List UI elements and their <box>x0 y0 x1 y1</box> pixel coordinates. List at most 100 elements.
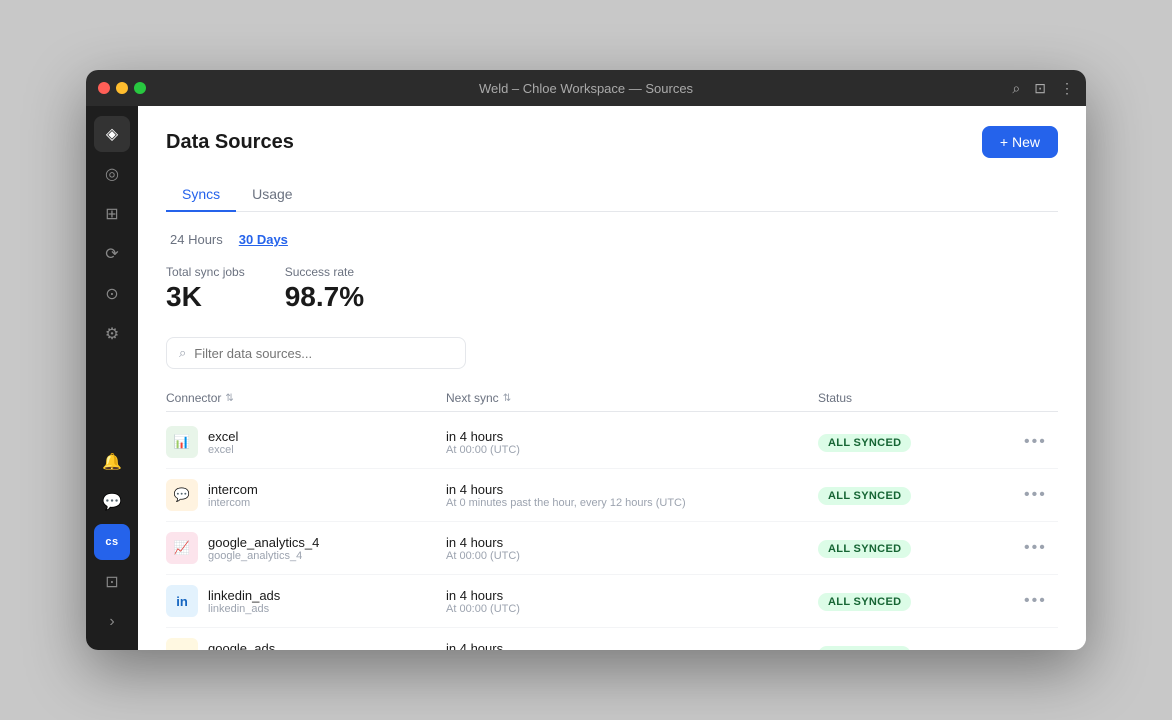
sort-nextsync-icon[interactable]: ⇅ <box>503 393 511 404</box>
connector-icon: 📈 <box>166 532 198 564</box>
bell-icon: 🔔 <box>102 452 122 472</box>
table-row[interactable]: ▲ google_ads google_ads in 4 hours At 00… <box>166 628 1058 650</box>
period-filter: 24 Hours 30 Days <box>166 230 1058 249</box>
sidebar-item-data[interactable]: cs <box>94 524 130 560</box>
sync-time: in 4 hours <box>446 588 818 603</box>
tabs-container: Syncs Usage <box>166 178 1058 212</box>
stat-total-value: 3K <box>166 281 245 313</box>
more-button[interactable]: ••• <box>1018 643 1053 650</box>
sync-detail: At 00:00 (UTC) <box>446 444 818 456</box>
more-button[interactable]: ••• <box>1018 537 1053 559</box>
actions-cell: ••• <box>1018 590 1058 612</box>
sidebar-item-notifications[interactable]: 🔔 <box>94 444 130 480</box>
tab-syncs[interactable]: Syncs <box>166 178 236 212</box>
sidebar-item-export[interactable]: ⊡ <box>94 564 130 600</box>
status-cell: ALL SYNCED <box>818 539 1018 558</box>
connector-sub: linkedin_ads <box>208 603 280 615</box>
actions-cell: ••• <box>1018 431 1058 453</box>
sync-time: in 4 hours <box>446 482 818 497</box>
actions-cell: ••• <box>1018 484 1058 506</box>
sidebar-bottom: 🔔 💬 cs ⊡ › <box>94 444 130 640</box>
titlebar: Weld – Chloe Workspace — Sources ⌕ ⊡ ⋮ <box>86 70 1086 106</box>
share-icon[interactable]: ⊡ <box>1034 80 1046 97</box>
chat-icon: 💬 <box>102 492 122 512</box>
page-header: Data Sources + New <box>166 126 1058 158</box>
export-icon: ⊡ <box>105 572 118 592</box>
settings-icon: ⚙ <box>105 324 119 344</box>
connector-name: intercom <box>208 482 258 497</box>
more-button[interactable]: ••• <box>1018 484 1053 506</box>
status-badge: ALL SYNCED <box>818 487 911 505</box>
more-titlebar-icon[interactable]: ⋮ <box>1060 80 1074 97</box>
status-badge: ALL SYNCED <box>818 593 911 611</box>
next-sync-cell: in 4 hours At 0 minutes past the hour, e… <box>446 482 818 509</box>
connector-icon: ▲ <box>166 638 198 650</box>
table-row[interactable]: 💬 intercom intercom in 4 hours At 0 minu… <box>166 469 1058 522</box>
sidebar-item-chat[interactable]: 💬 <box>94 484 130 520</box>
actions-cell: ••• <box>1018 537 1058 559</box>
table-body: 📊 excel excel in 4 hours At 00:00 (UTC) … <box>166 416 1058 650</box>
dashboard-icon: ◎ <box>105 164 119 184</box>
search-titlebar-icon[interactable]: ⌕ <box>1012 80 1020 97</box>
next-sync-cell: in 4 hours At 00:00 (UTC) <box>446 429 818 456</box>
sync-detail: At 0 minutes past the hour, every 12 hou… <box>446 497 818 509</box>
status-badge: ALL SYNCED <box>818 646 911 651</box>
sync-time: in 4 hours <box>446 535 818 550</box>
sidebar-item-settings[interactable]: ⚙ <box>94 316 130 352</box>
sync-time: in 4 hours <box>446 641 818 651</box>
minimize-button[interactable] <box>116 82 128 94</box>
stat-success-label: Success rate <box>285 265 364 279</box>
chevron-right-icon: › <box>109 613 114 631</box>
more-button[interactable]: ••• <box>1018 431 1053 453</box>
window-title: Weld – Chloe Workspace — Sources <box>479 81 693 96</box>
connector-icon: in <box>166 585 198 617</box>
sidebar-item-dashboard[interactable]: ◎ <box>94 156 130 192</box>
connector-cell: 📊 excel excel <box>166 426 446 458</box>
connector-cell: 📈 google_analytics_4 google_analytics_4 <box>166 532 446 564</box>
sort-connector-icon[interactable]: ⇅ <box>225 393 233 404</box>
table-row[interactable]: 📊 excel excel in 4 hours At 00:00 (UTC) … <box>166 416 1058 469</box>
sync-detail: At 00:00 (UTC) <box>446 603 818 615</box>
connector-icon: 📊 <box>166 426 198 458</box>
new-button[interactable]: + New <box>982 126 1058 158</box>
stats-row: Total sync jobs 3K Success rate 98.7% <box>166 265 1058 313</box>
app-body: ◈ ◎ ⊞ ⟳ ⊙ ⚙ 🔔 💬 <box>86 106 1086 650</box>
period-24h[interactable]: 24 Hours <box>166 230 227 249</box>
sidebar-item-sources[interactable]: ⊞ <box>94 196 130 232</box>
connector-name: linkedin_ads <box>208 588 280 603</box>
traffic-lights <box>98 82 146 94</box>
search-bar: ⌕ <box>166 337 466 369</box>
more-button[interactable]: ••• <box>1018 590 1053 612</box>
connector-sub: excel <box>208 444 238 456</box>
status-badge: ALL SYNCED <box>818 434 911 452</box>
status-cell: ALL SYNCED <box>818 645 1018 651</box>
sidebar-item-analytics[interactable]: ⊙ <box>94 276 130 312</box>
sidebar-item-transforms[interactable]: ⟳ <box>94 236 130 272</box>
header-connector: Connector ⇅ <box>166 391 446 405</box>
table-row[interactable]: in linkedin_ads linkedin_ads in 4 hours … <box>166 575 1058 628</box>
tab-usage[interactable]: Usage <box>236 178 308 212</box>
actions-cell: ••• <box>1018 643 1058 650</box>
logo-icon: ◈ <box>106 124 118 144</box>
period-30d[interactable]: 30 Days <box>235 230 292 249</box>
analytics-icon: ⊙ <box>105 284 118 304</box>
search-input[interactable] <box>194 346 453 361</box>
connector-cell: 💬 intercom intercom <box>166 479 446 511</box>
close-button[interactable] <box>98 82 110 94</box>
header-status: Status <box>818 391 1018 405</box>
status-cell: ALL SYNCED <box>818 433 1018 452</box>
table-row[interactable]: 📈 google_analytics_4 google_analytics_4 … <box>166 522 1058 575</box>
table-header: Connector ⇅ Next sync ⇅ Status <box>166 385 1058 412</box>
sidebar-item-chevron[interactable]: › <box>94 604 130 640</box>
connector-name: google_analytics_4 <box>208 535 319 550</box>
connector-name: excel <box>208 429 238 444</box>
sidebar-item-logo[interactable]: ◈ <box>94 116 130 152</box>
connector-sub: google_analytics_4 <box>208 550 319 562</box>
maximize-button[interactable] <box>134 82 146 94</box>
status-cell: ALL SYNCED <box>818 592 1018 611</box>
next-sync-cell: in 4 hours At 00:00 (UTC) <box>446 641 818 651</box>
status-cell: ALL SYNCED <box>818 486 1018 505</box>
search-icon: ⌕ <box>179 345 186 361</box>
connector-sub: intercom <box>208 497 258 509</box>
connector-cell: in linkedin_ads linkedin_ads <box>166 585 446 617</box>
